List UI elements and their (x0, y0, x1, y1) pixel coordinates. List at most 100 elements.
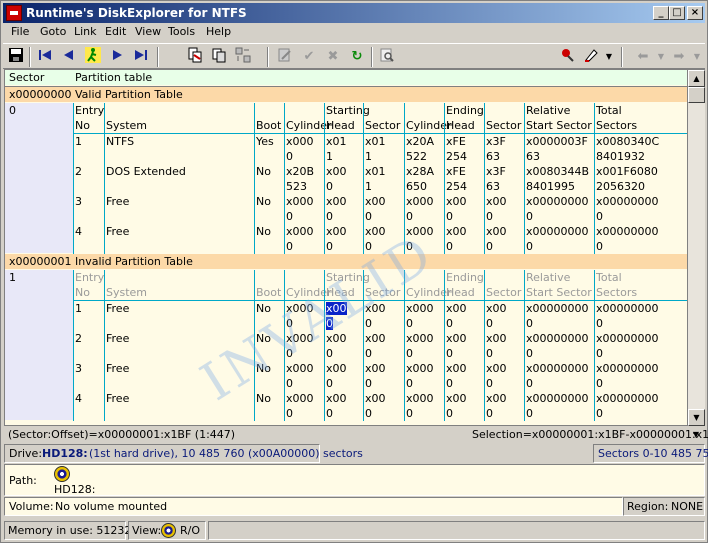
disk-icon[interactable] (54, 466, 70, 482)
entry-system: Free (106, 302, 130, 315)
table-row[interactable]: 00000000 (5, 406, 687, 421)
entry-dec-value: 0 (486, 347, 493, 360)
entry-hex-value: x3F (486, 135, 506, 148)
scroll-down-icon[interactable]: ▼ (688, 409, 705, 426)
menu-help[interactable]: Help (206, 25, 231, 38)
prev-icon[interactable] (59, 47, 79, 67)
status-dropdown-icon[interactable]: ▼ (688, 427, 704, 443)
sector-row[interactable]: x00000000 Valid Partition Table (5, 87, 687, 102)
entry-no: 2 (75, 332, 82, 345)
edit-icon[interactable] (275, 47, 295, 67)
close-button[interactable]: × (687, 6, 703, 20)
entry-dec-value: 522 (406, 150, 427, 163)
entry-hex-value: x20A (406, 135, 435, 148)
table-row[interactable]: 2 DOS Extended No x20B x00 x01 x28A xFE x3F x0080… (5, 164, 687, 179)
entry-dec-value: 8401932 (596, 150, 645, 163)
save-icon[interactable] (6, 47, 26, 67)
entry-hex-value: x000 (406, 302, 434, 315)
table-row[interactable]: 3 Free No x000 x00 x00 x000 x00 x00 x00000000 x000… (5, 194, 687, 209)
back-dropdown-icon[interactable]: ▼ (651, 47, 671, 67)
entry-no: 4 (75, 392, 82, 405)
entry-boot: No (256, 392, 271, 405)
entry-hex-value: x20B (286, 165, 315, 178)
entry-hex-value: x00000000 (596, 225, 659, 238)
menu-edit[interactable]: Edit (105, 25, 126, 38)
selection-text: Selection=x00000001:x1BF-x00000001:x1BF (472, 428, 708, 441)
highlight-dropdown-icon[interactable]: ▼ (599, 47, 619, 67)
start-sector-header: Sector (365, 119, 401, 132)
total-sectors-header: Sectors (596, 286, 638, 299)
table-row[interactable]: 523 0 1 650 254 63 8401995 2056320 (5, 179, 687, 194)
entry-hex-value: x00 (486, 225, 507, 238)
link-icon[interactable] (185, 47, 205, 67)
drive-label: Drive: (9, 447, 43, 460)
forward-arrow-icon[interactable]: ➡ (669, 47, 689, 67)
menu-file[interactable]: File (11, 25, 29, 38)
entry-dec-value: 0 (406, 347, 413, 360)
find-icon[interactable] (377, 47, 397, 67)
entry-hex-value: x28A (406, 165, 435, 178)
entry-dec-value: 0 (526, 240, 533, 253)
sector-decimal: 0 (9, 104, 16, 117)
drive-panel: Drive: HD128: (1st hard drive), 10 485 7… (4, 444, 363, 463)
app-icon[interactable] (6, 5, 22, 21)
entry-dec-value: 63 (526, 150, 540, 163)
entry-dec-value: 63 (486, 150, 500, 163)
entry-hex-value: x00 (365, 392, 386, 405)
table-row[interactable]: 00000000 (5, 376, 687, 391)
entry-dec-value: 0 (446, 407, 453, 420)
table-row[interactable]: 00000000 (5, 209, 687, 224)
start-head-header: Head (326, 119, 355, 132)
maximize-button[interactable]: □ (669, 6, 685, 20)
menu-link[interactable]: Link (74, 25, 97, 38)
highlight-icon[interactable] (581, 47, 601, 67)
menu-goto[interactable]: Goto (40, 25, 66, 38)
path-value[interactable]: HD128: (54, 483, 95, 496)
entry-hex-value: x00 (326, 195, 347, 208)
relative-header: Relative (526, 271, 571, 284)
scroll-up-icon[interactable]: ▲ (688, 70, 705, 87)
table-row[interactable]: 3 Free No x000 x00 x00 x000 x00 x00 x00000000 x000… (5, 361, 687, 376)
entry-hex-value: xFE (446, 135, 466, 148)
forward-dropdown-icon[interactable]: ▼ (687, 47, 707, 67)
entry-hex-value: x3F (486, 165, 506, 178)
first-icon[interactable] (35, 47, 55, 67)
entry-dec-value: 0 (326, 240, 333, 253)
entry-dec-value: 0 (526, 210, 533, 223)
accept-icon[interactable]: ✔ (299, 47, 319, 67)
entry-hex-value: x00 (326, 362, 347, 375)
table-row[interactable]: 1 NTFS Yes x000 x01 x01 x20A xFE x3F x0000003F x00… (5, 134, 687, 149)
table-row[interactable]: 4 Free No x000 x00 x00 x000 x00 x00 x00000000 x000… (5, 391, 687, 406)
compare-icon[interactable] (233, 47, 253, 67)
partition-table-view[interactable]: Sector Partition table x00000000 Valid Pa… (4, 69, 688, 426)
copy-icon[interactable] (209, 47, 229, 67)
table-row[interactable]: 4 Free No x000 x00 x00 x000 x00 x00 x00000000 x000… (5, 224, 687, 239)
menu-view[interactable]: View (135, 25, 161, 38)
pin-icon[interactable] (557, 47, 577, 67)
drive-name[interactable]: HD128: (42, 447, 88, 460)
menu-tools[interactable]: Tools (168, 25, 195, 38)
view-disk-icon (161, 523, 176, 538)
next-icon[interactable] (107, 47, 127, 67)
entry-hex-value: x00000000 (526, 302, 589, 315)
back-arrow-icon[interactable]: ⬅ (633, 47, 653, 67)
refresh-icon[interactable]: ↻ (347, 47, 367, 67)
entry-dec-value: 0 (526, 377, 533, 390)
entry-hex-value: x00000000 (596, 332, 659, 345)
table-row[interactable]: 00000000 (5, 346, 687, 361)
table-row[interactable]: 0 1 1 522 254 63 63 8401932 (5, 149, 687, 164)
view-label: View: (132, 524, 162, 537)
run-icon[interactable] (83, 47, 103, 67)
last-icon[interactable] (131, 47, 151, 67)
scroll-thumb[interactable] (688, 87, 705, 103)
entry-no: 4 (75, 225, 82, 238)
minimize-button[interactable]: _ (653, 6, 669, 20)
entry-hex-value: x000 (406, 392, 434, 405)
system-header: System (106, 286, 148, 299)
entry-dec-value: 0 (406, 317, 413, 330)
vertical-scrollbar[interactable]: ▲ ▼ (688, 69, 705, 426)
entry-hex-value: x00 (326, 225, 347, 238)
entry-dec-value: 0 (526, 347, 533, 360)
cancel-icon[interactable]: ✖ (323, 47, 343, 67)
table-row[interactable]: 00000000 (5, 239, 687, 254)
